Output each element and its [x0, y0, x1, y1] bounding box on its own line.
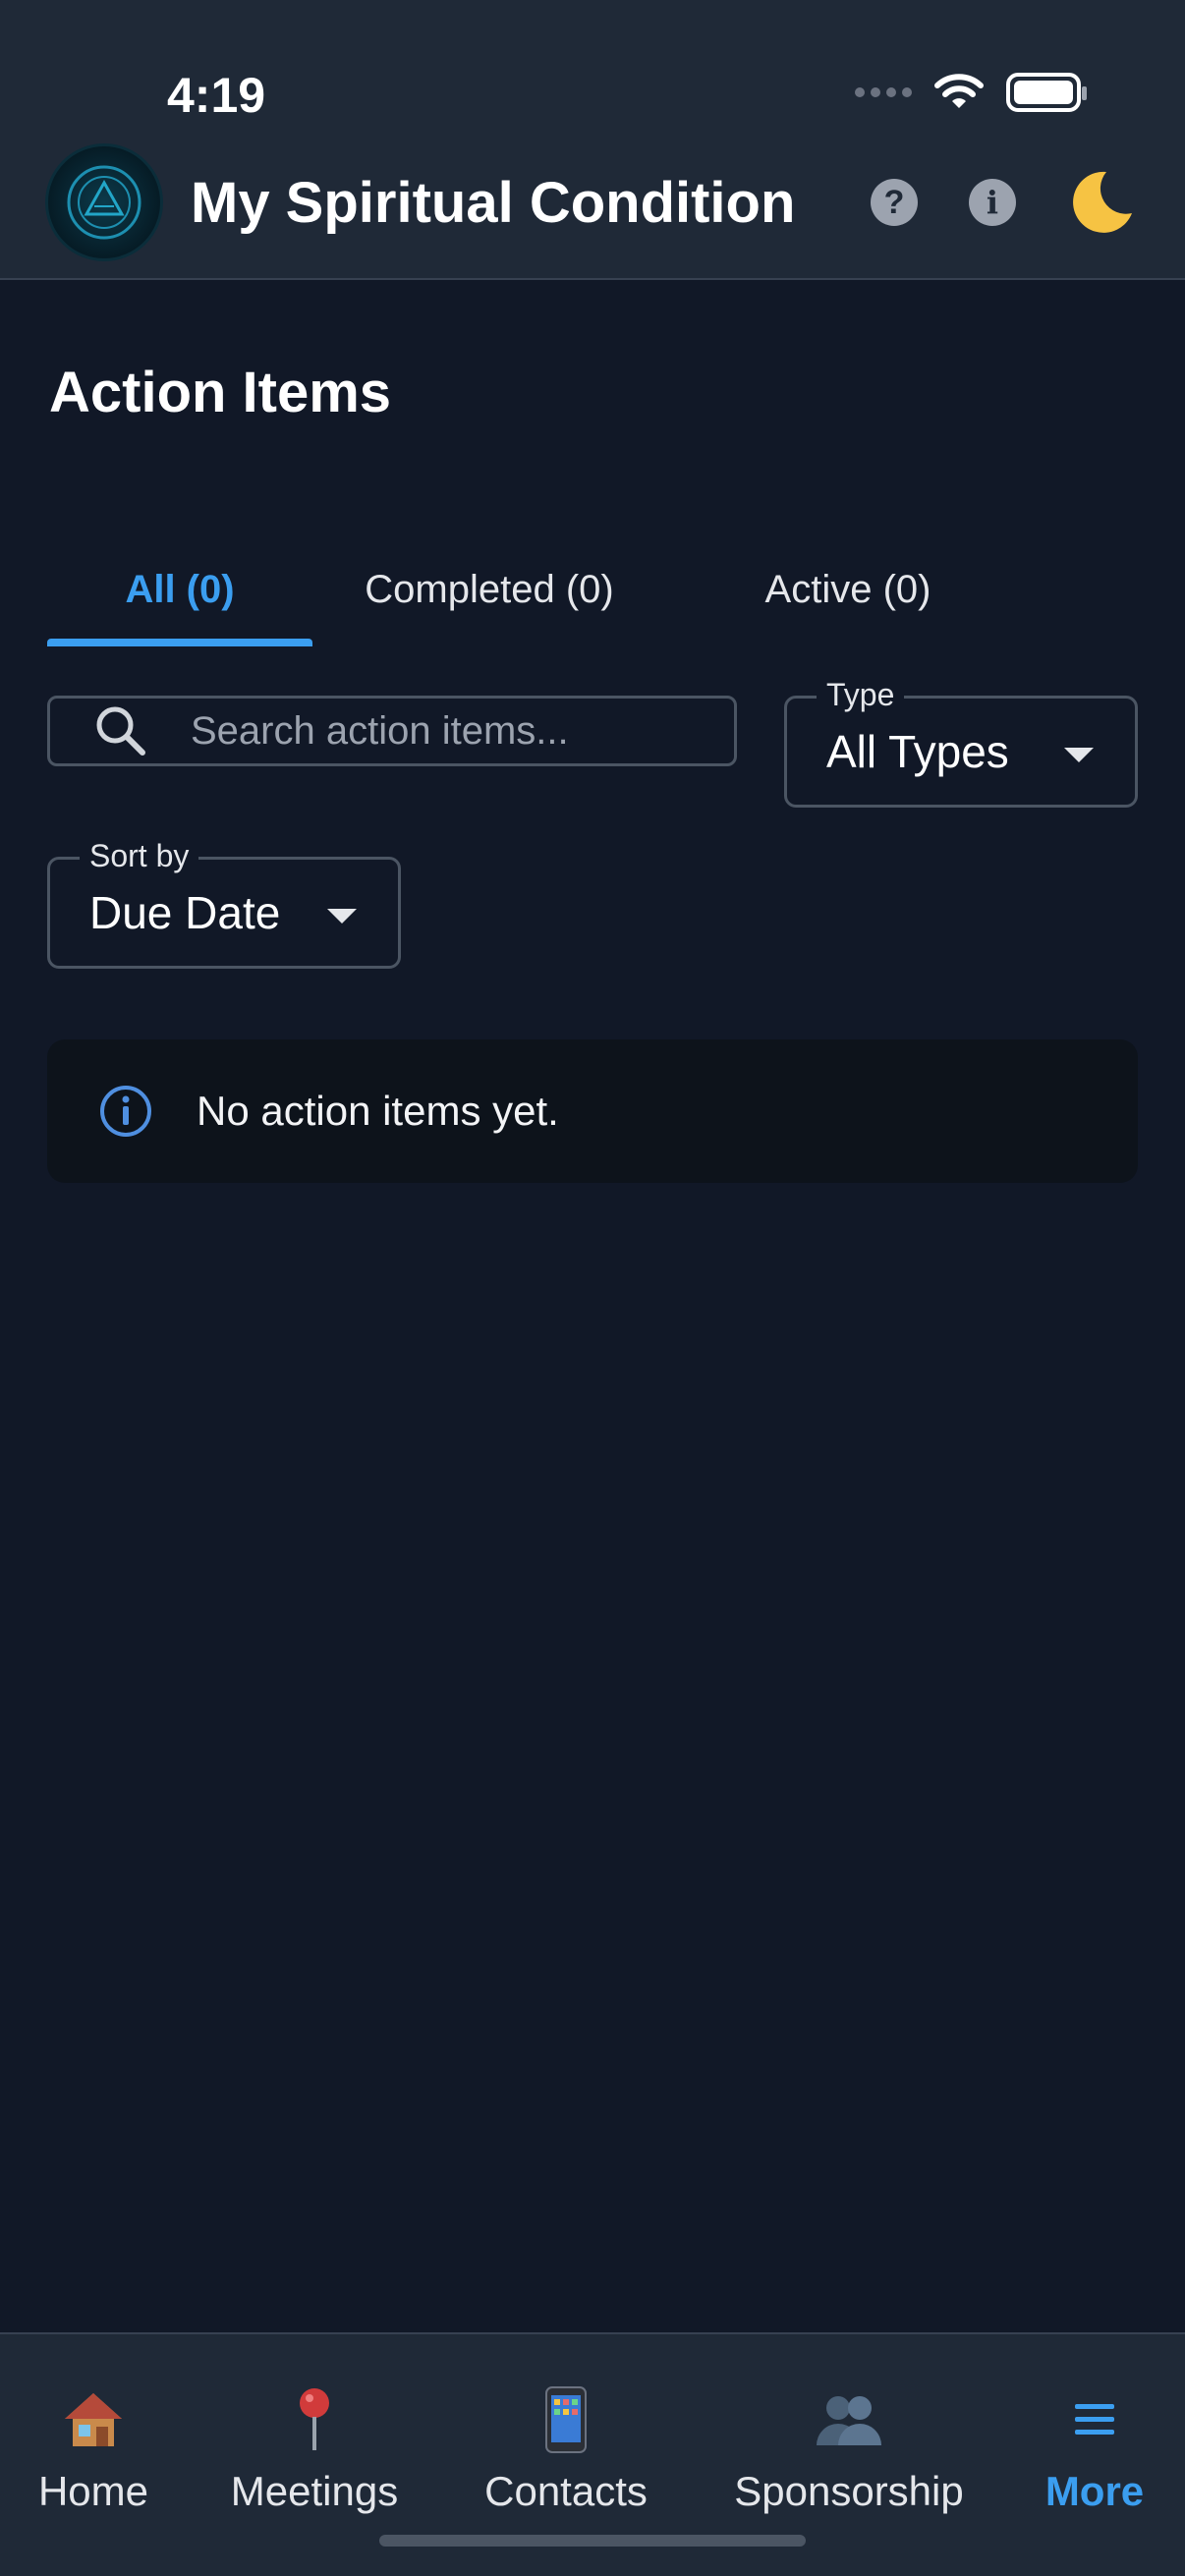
search-icon — [96, 706, 145, 756]
nav-contacts[interactable]: Contacts — [478, 2383, 654, 2531]
app-title: My Spiritual Condition — [191, 170, 796, 235]
home-indicator[interactable] — [379, 2535, 806, 2547]
top-app-bar: 4:19 My Spiritual Condition ? i — [0, 0, 1185, 280]
type-select[interactable]: Type All Types — [784, 677, 1138, 808]
cellular-signal-icon — [855, 87, 912, 97]
type-select-value: All Types — [826, 726, 1009, 777]
help-icon: ? — [883, 183, 905, 221]
theme-toggle-button[interactable] — [1067, 168, 1136, 237]
header-actions: ? i — [871, 143, 1136, 261]
nav-contacts-label: Contacts — [484, 2468, 648, 2514]
nav-more[interactable]: More — [1036, 2383, 1154, 2531]
tab-all[interactable]: All (0) — [47, 531, 312, 648]
people-icon — [817, 2396, 881, 2445]
status-time: 4:19 — [167, 68, 266, 123]
empty-state-alert: No action items yet. — [47, 1039, 1138, 1183]
wifi-icon — [934, 74, 984, 108]
tab-completed[interactable]: Completed (0) — [342, 531, 637, 648]
sort-select-value: Due Date — [89, 887, 281, 938]
empty-state-message: No action items yet. — [197, 1088, 559, 1134]
nav-meetings[interactable]: Meetings — [226, 2383, 403, 2531]
chevron-down-icon — [327, 909, 357, 924]
phone-icon — [545, 2386, 587, 2453]
info-circle-icon — [100, 1086, 151, 1137]
pushpin-icon — [300, 2388, 329, 2450]
app-title-row: My Spiritual Condition ? i — [45, 143, 1136, 261]
nav-meetings-label: Meetings — [230, 2468, 399, 2514]
nav-sponsorship[interactable]: Sponsorship — [721, 2383, 977, 2531]
filter-tabs: All (0) Completed (0) Active (0) — [47, 531, 1138, 648]
battery-icon — [1006, 73, 1087, 112]
help-button[interactable]: ? — [871, 179, 918, 226]
action-items-screen: 4:19 My Spiritual Condition ? i Action I… — [0, 0, 1185, 2576]
nav-home[interactable]: Home — [29, 2383, 157, 2531]
search-field[interactable] — [47, 696, 737, 766]
moon-icon — [1073, 171, 1132, 233]
search-input[interactable] — [191, 708, 734, 754]
type-select-label: Type — [817, 677, 905, 713]
sort-select[interactable]: Sort by Due Date — [47, 838, 401, 969]
app-logo — [45, 143, 163, 261]
info-icon: i — [986, 184, 999, 221]
menu-icon — [1075, 2404, 1114, 2435]
nav-more-label: More — [1044, 2468, 1145, 2514]
info-button[interactable]: i — [969, 179, 1016, 226]
chevron-down-icon — [1064, 748, 1094, 762]
nav-home-label: Home — [37, 2468, 149, 2514]
status-icons — [855, 73, 1087, 112]
nav-sponsorship-label: Sponsorship — [734, 2468, 964, 2514]
sort-select-label: Sort by — [80, 838, 199, 874]
active-tab-indicator — [47, 639, 312, 646]
house-icon — [65, 2393, 122, 2446]
page-title: Action Items — [49, 361, 392, 424]
tab-active[interactable]: Active (0) — [676, 531, 1020, 648]
